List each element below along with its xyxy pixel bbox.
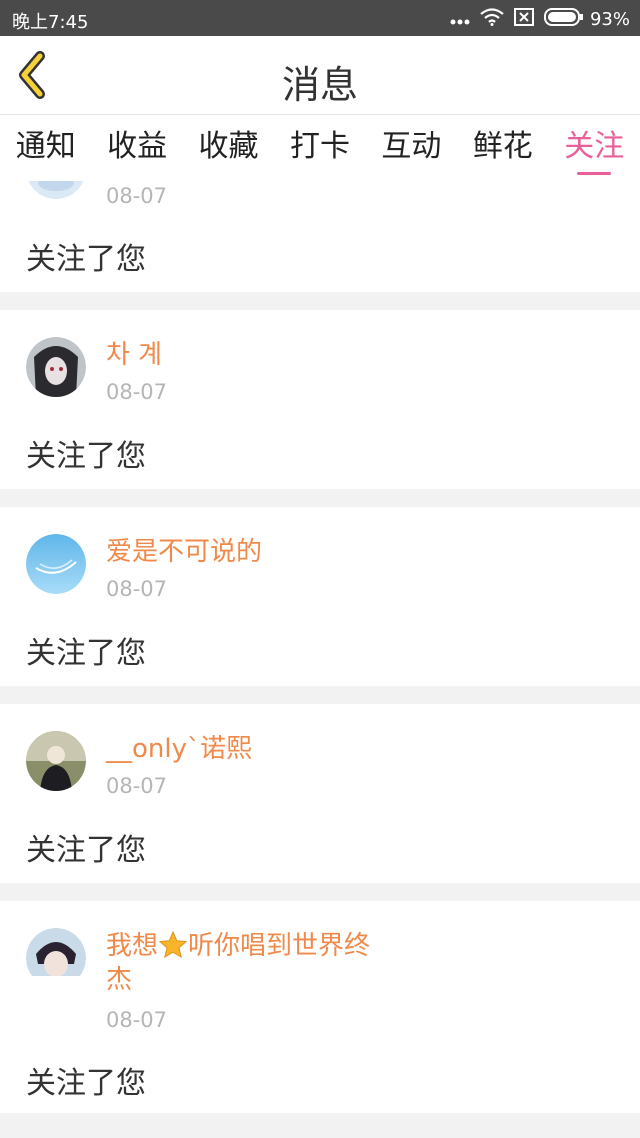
tab-favorites[interactable]: 收藏 bbox=[183, 115, 274, 181]
list-item[interactable]: 08-07 关注了您 bbox=[0, 181, 640, 292]
tab-follow[interactable]: 关注 bbox=[549, 115, 640, 181]
username[interactable]: __only`诺熙 bbox=[106, 732, 406, 766]
username[interactable]: 爱是不可说的 bbox=[106, 535, 406, 569]
battery-icon bbox=[543, 8, 584, 31]
item-message: 关注了您 bbox=[26, 636, 146, 671]
tab-label: 关注 bbox=[564, 129, 625, 164]
item-date: 08-07 bbox=[106, 184, 168, 208]
status-icons: 93% bbox=[450, 8, 630, 31]
item-date: 08-07 bbox=[106, 1008, 168, 1032]
list-item[interactable]: 차 계 08-07 关注了您 bbox=[0, 310, 640, 489]
tab-label: 收藏 bbox=[198, 129, 259, 164]
tab-flowers[interactable]: 鲜花 bbox=[457, 115, 548, 181]
avatar[interactable] bbox=[26, 731, 86, 791]
item-message: 关注了您 bbox=[26, 833, 146, 868]
username-part: 听你唱到世界终 bbox=[188, 931, 371, 961]
status-bar: 晚上7:45 93% bbox=[0, 0, 640, 36]
battery-level: 93% bbox=[589, 9, 630, 30]
item-message: 关注了您 bbox=[26, 1066, 146, 1101]
username[interactable]: 차 계 bbox=[106, 338, 406, 372]
avatar[interactable] bbox=[26, 928, 86, 988]
avatar[interactable] bbox=[26, 534, 86, 594]
item-message: 关注了您 bbox=[26, 242, 146, 277]
tab-checkin[interactable]: 打卡 bbox=[274, 115, 365, 181]
avatar[interactable] bbox=[26, 337, 86, 397]
more-dots-icon bbox=[450, 9, 470, 30]
divider bbox=[0, 292, 640, 310]
tab-label: 鲜花 bbox=[472, 129, 533, 164]
page-title: 消息 bbox=[281, 63, 358, 107]
tab-notifications[interactable]: 通知 bbox=[0, 115, 91, 181]
no-sim-icon bbox=[513, 8, 534, 31]
follow-list[interactable]: 08-07 关注了您 차 계 08-07 关注了您 爱是不可说的 08-07 关… bbox=[0, 181, 640, 1138]
divider bbox=[0, 1113, 640, 1131]
tab-label: 收益 bbox=[107, 129, 168, 164]
tab-bar: 通知 收益 收藏 打卡 互动 鲜花 关注 bbox=[0, 115, 640, 181]
avatar[interactable] bbox=[26, 181, 86, 199]
username-part: 我想 bbox=[106, 931, 159, 961]
battery-indicator: 93% bbox=[543, 8, 630, 31]
tab-label: 通知 bbox=[15, 129, 76, 164]
list-item[interactable]: 我想 听你唱到世界终杰 08-07 关注了您 bbox=[0, 901, 640, 1113]
item-message: 关注了您 bbox=[26, 439, 146, 474]
divider bbox=[0, 489, 640, 507]
tab-earnings[interactable]: 收益 bbox=[91, 115, 182, 181]
item-date: 08-07 bbox=[106, 380, 168, 404]
username-part: 杰 bbox=[106, 965, 133, 995]
divider bbox=[0, 686, 640, 704]
item-date: 08-07 bbox=[106, 774, 168, 798]
active-tab-indicator bbox=[577, 172, 612, 175]
tab-label: 打卡 bbox=[289, 129, 350, 164]
divider bbox=[0, 883, 640, 901]
item-date: 08-07 bbox=[106, 577, 168, 601]
wifi-icon bbox=[480, 8, 504, 31]
tab-label: 互动 bbox=[381, 129, 442, 164]
status-time: 晚上7:45 bbox=[12, 12, 89, 33]
tab-interaction[interactable]: 互动 bbox=[366, 115, 457, 181]
header: 消息 bbox=[0, 36, 640, 115]
list-item[interactable]: 爱是不可说的 08-07 关注了您 bbox=[0, 507, 640, 686]
username[interactable]: 我想 听你唱到世界终杰 bbox=[106, 929, 406, 997]
star-emoji-icon bbox=[158, 930, 188, 960]
list-item[interactable]: __only`诺熙 08-07 关注了您 bbox=[0, 704, 640, 883]
